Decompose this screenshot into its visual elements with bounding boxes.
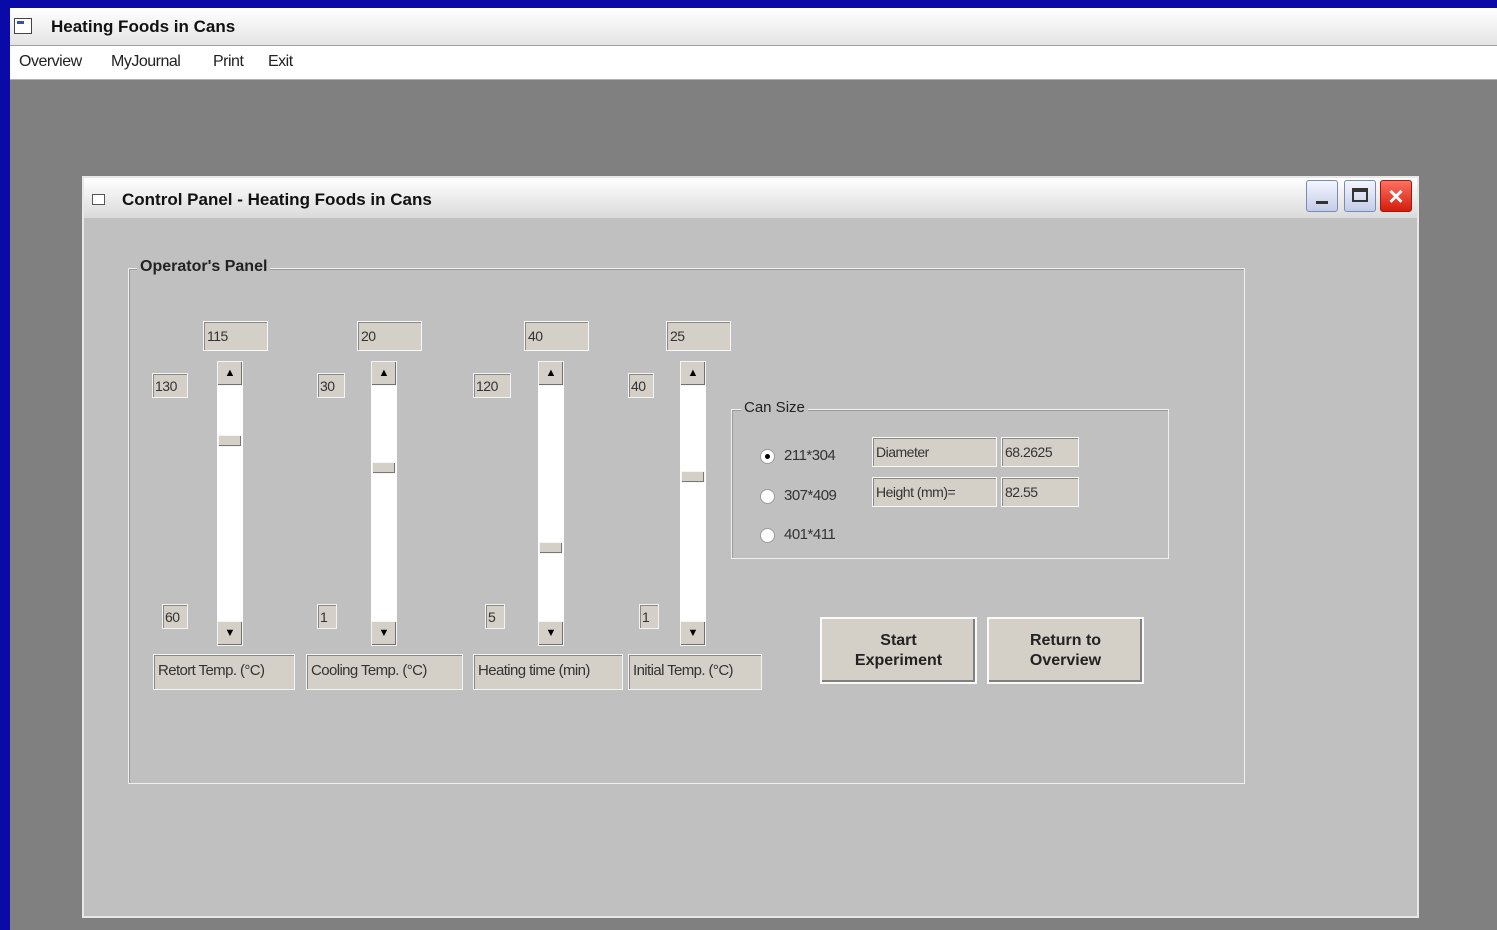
diameter-value: 68.2625 bbox=[1001, 437, 1079, 467]
minimize-button[interactable] bbox=[1306, 180, 1338, 212]
can-size-label: Can Size bbox=[741, 399, 808, 416]
close-icon: × bbox=[1388, 181, 1404, 211]
height-value: 82.55 bbox=[1001, 477, 1079, 507]
cooling-temp-max: 30 bbox=[317, 373, 345, 398]
return-to-overview-button[interactable]: Return to Overview bbox=[987, 617, 1144, 684]
radio-icon[interactable] bbox=[760, 489, 775, 504]
menu-overview[interactable]: Overview bbox=[19, 53, 82, 71]
cooling-temp-value[interactable]: 20 bbox=[357, 321, 422, 351]
scroll-up-icon[interactable]: ▲ bbox=[217, 361, 243, 386]
retort-temp-min: 60 bbox=[162, 604, 188, 629]
menu-print[interactable]: Print bbox=[213, 53, 244, 71]
app-icon bbox=[14, 18, 32, 34]
height-label: Height (mm)= bbox=[872, 477, 997, 507]
retort-temp-max: 130 bbox=[152, 373, 188, 398]
cooling-temp-min: 1 bbox=[317, 604, 337, 629]
slider-thumb[interactable] bbox=[681, 470, 705, 483]
scroll-down-icon[interactable]: ▼ bbox=[217, 621, 243, 646]
can-size-option-label: 401*411 bbox=[784, 526, 836, 543]
slider-thumb[interactable] bbox=[372, 461, 396, 474]
can-size-option-label: 211*304 bbox=[784, 447, 836, 464]
menu-myjournal[interactable]: MyJournal bbox=[111, 53, 181, 71]
cooling-temp-slider[interactable]: ▲ ▼ bbox=[371, 361, 397, 646]
menu-bar: Overview MyJournal Print Exit bbox=[10, 46, 1497, 80]
maximize-button[interactable] bbox=[1344, 180, 1376, 212]
radio-selected-icon[interactable] bbox=[760, 449, 775, 464]
initial-temp-slider[interactable]: ▲ ▼ bbox=[680, 361, 706, 646]
dialog-icon bbox=[92, 194, 105, 205]
menu-exit[interactable]: Exit bbox=[268, 53, 293, 71]
dialog-title: Control Panel - Heating Foods in Cans bbox=[122, 190, 432, 209]
scroll-down-icon[interactable]: ▼ bbox=[680, 621, 706, 646]
heating-time-min: 5 bbox=[485, 604, 505, 629]
scroll-down-icon[interactable]: ▼ bbox=[371, 621, 397, 646]
slider-thumb[interactable] bbox=[539, 542, 563, 555]
start-experiment-button[interactable]: Start Experiment bbox=[820, 617, 977, 684]
slider-thumb[interactable] bbox=[218, 435, 242, 448]
scroll-down-icon[interactable]: ▼ bbox=[538, 621, 564, 646]
initial-temp-caption: Initial Temp. (°C) bbox=[628, 654, 762, 690]
dialog-title-bar[interactable]: Control Panel - Heating Foods in Cans × bbox=[84, 178, 1417, 218]
control-panel-dialog: Control Panel - Heating Foods in Cans × … bbox=[82, 176, 1419, 918]
can-size-option-label: 307*409 bbox=[784, 487, 837, 504]
retort-temp-caption: Retort Temp. (°C) bbox=[153, 654, 295, 690]
radio-icon[interactable] bbox=[760, 528, 775, 543]
scroll-up-icon[interactable]: ▲ bbox=[680, 361, 706, 386]
operator-panel-label: Operator's Panel bbox=[137, 258, 271, 276]
heating-time-caption: Heating time (min) bbox=[473, 654, 623, 690]
initial-temp-min: 1 bbox=[639, 604, 659, 629]
initial-temp-max: 40 bbox=[628, 373, 654, 398]
initial-temp-value[interactable]: 25 bbox=[666, 321, 731, 351]
heating-time-value[interactable]: 40 bbox=[524, 321, 589, 351]
diameter-label: Diameter bbox=[872, 437, 997, 467]
retort-temp-value[interactable]: 115 bbox=[203, 321, 268, 351]
cooling-temp-caption: Cooling Temp. (°C) bbox=[306, 654, 463, 690]
retort-temp-slider[interactable]: ▲ ▼ bbox=[217, 361, 243, 646]
heating-time-max: 120 bbox=[473, 373, 511, 398]
scroll-up-icon[interactable]: ▲ bbox=[538, 361, 564, 386]
close-button[interactable]: × bbox=[1380, 180, 1412, 212]
app-title: Heating Foods in Cans bbox=[51, 17, 236, 36]
scroll-up-icon[interactable]: ▲ bbox=[371, 361, 397, 386]
app-title-bar: Heating Foods in Cans bbox=[10, 8, 1497, 46]
heating-time-slider[interactable]: ▲ ▼ bbox=[538, 361, 564, 646]
